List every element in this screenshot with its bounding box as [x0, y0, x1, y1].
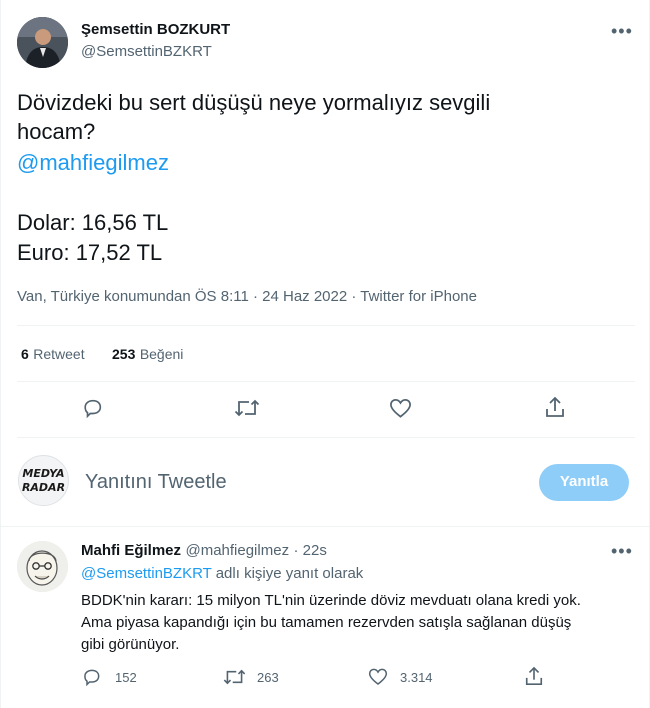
- author-name[interactable]: Şemsettin BOZKURT: [81, 21, 230, 38]
- reply-icon[interactable]: [82, 397, 104, 419]
- tweet-text-line2: hocam?: [17, 119, 96, 144]
- reply-compose-input[interactable]: Yanıtını Tweetle: [85, 471, 227, 494]
- avatar-logo-line2: RADAR: [21, 481, 66, 494]
- like-label: Beğeni: [139, 346, 184, 362]
- reply-retweet-count: 263: [257, 670, 279, 685]
- avatar-logo-line1: MEDYA: [22, 467, 65, 480]
- caricature-avatar-icon: [17, 541, 68, 592]
- reply-reply-icon[interactable]: [82, 667, 102, 687]
- reply-header: Mahfi Eğilmez @mahfiegilmez · 22s: [81, 542, 327, 560]
- replying-to-suffix: adlı kişiye yanıt olarak: [211, 565, 364, 582]
- tweet-detail-page: Şemsettin BOZKURT @SemsettinBZKRT ••• Dö…: [0, 0, 650, 708]
- retweet-icon[interactable]: [234, 397, 260, 419]
- reply-share-icon[interactable]: [524, 666, 544, 687]
- share-icon[interactable]: [544, 396, 566, 419]
- replying-to: @SemsettinBZKRT adlı kişiye yanıt olarak: [81, 565, 363, 582]
- retweet-label: Retweet: [33, 346, 85, 362]
- reply-reply-count: 152: [115, 670, 137, 685]
- reply-retweet-icon[interactable]: [223, 667, 246, 687]
- reply-text-line2: Ama piyasa kapandığı için bu tamamen rez…: [81, 614, 572, 631]
- reply-time[interactable]: · 22s: [294, 542, 327, 559]
- divider: [17, 381, 635, 382]
- reply-text-line3: gibi görünüyor.: [81, 636, 180, 653]
- retweet-stat[interactable]: 6 Retweet: [21, 346, 85, 364]
- tweet-meta[interactable]: Van, Türkiye konumundan ÖS 8:11 · 24 Haz…: [17, 288, 477, 305]
- reply-author-name[interactable]: Mahfi Eğilmez: [81, 542, 181, 559]
- tweet-mention-link[interactable]: @mahfiegilmez: [17, 148, 169, 178]
- reply-more-options-icon[interactable]: •••: [611, 542, 633, 560]
- reply-like-count: 3.314: [400, 670, 433, 685]
- more-options-icon[interactable]: •••: [611, 22, 633, 40]
- divider: [17, 437, 635, 438]
- replying-to-mention[interactable]: @SemsettinBZKRT: [81, 565, 212, 582]
- reply-author-handle[interactable]: @mahfiegilmez: [185, 542, 289, 559]
- divider: [17, 325, 635, 326]
- tweet-text-dolar: Dolar: 16,56 TL: [17, 210, 169, 235]
- reply-author-avatar[interactable]: [17, 541, 68, 592]
- reply-like-icon[interactable]: [368, 667, 388, 686]
- like-count: 253: [112, 346, 136, 362]
- reply-submit-button[interactable]: Yanıtla: [539, 464, 629, 501]
- person-avatar-icon: [17, 17, 68, 68]
- reply-text-line1: BDDK'nin kararı: 15 milyon TL'nin üzerin…: [81, 592, 581, 609]
- divider: [1, 526, 650, 527]
- author-avatar[interactable]: [17, 17, 68, 68]
- tweet-text-line1: Dövizdeki bu sert düşüşü neye yormalıyız…: [17, 90, 491, 115]
- author-handle[interactable]: @SemsettinBZKRT: [81, 43, 212, 60]
- like-stat[interactable]: 253 Beğeni: [112, 346, 183, 364]
- current-user-avatar[interactable]: MEDYA RADAR: [18, 455, 69, 506]
- tweet-text-euro: Euro: 17,52 TL: [17, 240, 163, 265]
- like-heart-icon[interactable]: [389, 397, 412, 419]
- retweet-count: 6: [21, 346, 29, 362]
